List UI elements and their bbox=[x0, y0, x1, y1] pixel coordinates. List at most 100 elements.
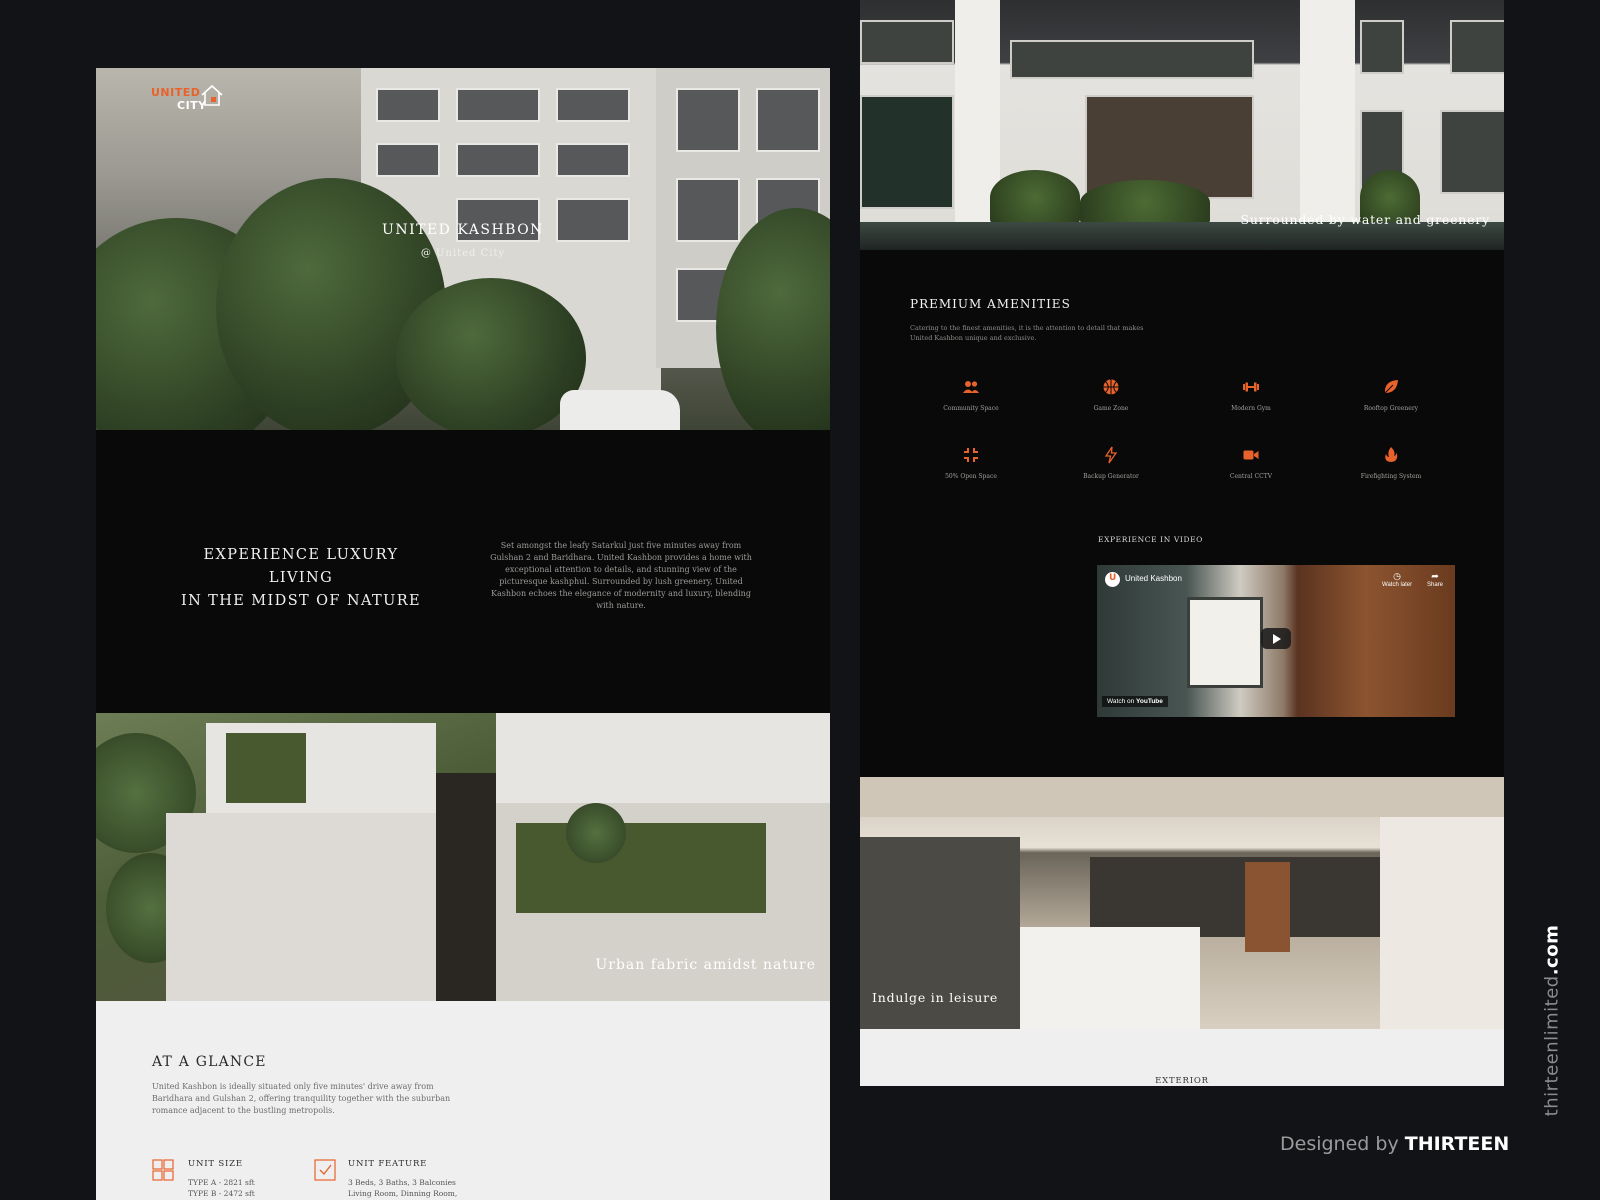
watch-later-button[interactable]: ◷ Watch later bbox=[1382, 571, 1412, 588]
interior-caption: Indulge in leisure bbox=[872, 990, 999, 1005]
planter bbox=[1080, 180, 1210, 225]
back-window bbox=[1090, 857, 1380, 937]
youtube-logo: YouTube bbox=[1136, 698, 1163, 705]
website-url[interactable]: thirteenlimited.com bbox=[1542, 921, 1563, 1121]
intro-heading-line2: IN THE MIDST OF NATURE bbox=[180, 593, 422, 609]
amenity-label: Firefighting System bbox=[1360, 473, 1422, 480]
amenity-label: Community Space bbox=[943, 405, 999, 412]
video-title[interactable]: United Kashbon bbox=[1125, 574, 1182, 583]
amenity-label: Modern Gym bbox=[1231, 405, 1271, 412]
amenities-heading: PREMIUM AMENITIES bbox=[910, 297, 1071, 311]
stairwell bbox=[436, 773, 496, 1001]
window bbox=[456, 88, 540, 122]
play-button[interactable] bbox=[1261, 628, 1291, 649]
bolt-icon bbox=[1104, 446, 1118, 464]
amenity-community-space: Community Space bbox=[916, 378, 1026, 412]
window bbox=[756, 88, 820, 152]
unit-size-type-b: TYPE B - 2472 sft bbox=[188, 1189, 255, 1198]
glass-panel bbox=[1010, 40, 1254, 79]
terrace-tree bbox=[566, 803, 626, 863]
amenity-rooftop-greenery: Rooftop Greenery bbox=[1336, 378, 1446, 412]
aerial-caption: Urban fabric amidst nature bbox=[595, 957, 816, 973]
house-icon bbox=[201, 84, 223, 106]
window bbox=[556, 143, 630, 177]
amenity-label: Rooftop Greenery bbox=[1363, 405, 1419, 412]
glass-panel bbox=[1440, 110, 1504, 194]
window bbox=[676, 88, 740, 152]
entrance-door bbox=[1245, 862, 1290, 952]
glass-panel bbox=[1450, 20, 1504, 74]
hero-section: UNITED CITY UNITED KASHBON @ United City bbox=[96, 68, 830, 430]
glass-panel bbox=[860, 20, 954, 64]
amenity-open-space: 50% Open Space bbox=[916, 446, 1026, 480]
rooftop-garden bbox=[226, 733, 306, 803]
watch-on-label: Watch on bbox=[1107, 698, 1135, 705]
basketball-icon bbox=[1103, 379, 1119, 395]
glass-panel bbox=[1360, 20, 1404, 74]
unit-feature-label: UNIT FEATURE bbox=[348, 1159, 428, 1169]
car bbox=[560, 390, 680, 430]
unit-feature-line1: 3 Beds, 3 Baths, 3 Balconies bbox=[348, 1178, 456, 1187]
video-player[interactable]: U United Kashbon ◷ Watch later ➦ Share W… bbox=[1097, 565, 1455, 717]
video-window-frame bbox=[1187, 597, 1263, 688]
share-button[interactable]: ➦ Share bbox=[1427, 571, 1443, 588]
interior-image-section: Indulge in leisure bbox=[860, 777, 1504, 1029]
terrace-garden bbox=[516, 823, 766, 913]
video-camera-icon bbox=[1243, 450, 1259, 460]
channel-avatar[interactable]: U bbox=[1105, 572, 1120, 587]
window bbox=[376, 88, 440, 122]
unit-size-values: TYPE A - 2821 sft TYPE B - 2472 sft bbox=[188, 1177, 255, 1199]
tree bbox=[396, 278, 586, 430]
marble-wall bbox=[1380, 817, 1504, 1029]
window bbox=[376, 143, 440, 177]
column bbox=[1300, 0, 1355, 230]
unit-feature-values: 3 Beds, 3 Baths, 3 Balconies Living Room… bbox=[348, 1177, 457, 1199]
amenity-firefighting-system: Firefighting System bbox=[1336, 446, 1446, 480]
hero-title: UNITED KASHBON bbox=[382, 222, 544, 238]
tower-left bbox=[166, 813, 436, 1001]
exterior-label[interactable]: EXTERIOR bbox=[860, 1076, 1504, 1086]
clock-icon: ◷ bbox=[1393, 571, 1401, 581]
unit-size-type-a: TYPE A - 2821 sft bbox=[188, 1178, 255, 1187]
roof-slab bbox=[496, 713, 830, 803]
reception-desk bbox=[1020, 927, 1200, 1029]
fire-icon bbox=[1385, 447, 1398, 462]
checkbox-icon bbox=[314, 1159, 336, 1181]
at-a-glance-section: AT A GLANCE United Kashbon is ideally si… bbox=[96, 1001, 830, 1200]
logo-text-top: UNITED bbox=[151, 86, 201, 99]
video-heading: EXPERIENCE IN VIDEO bbox=[1098, 535, 1203, 544]
credit-prefix: Designed by bbox=[1280, 1133, 1399, 1155]
glass-panel bbox=[860, 95, 954, 209]
intro-section: EXPERIENCE LUXURY LIVING IN THE MIDST OF… bbox=[96, 430, 830, 713]
intro-heading-line1: EXPERIENCE LUXURY LIVING bbox=[203, 547, 399, 586]
amenity-backup-generator: Backup Generator bbox=[1056, 446, 1166, 480]
brand-logo[interactable]: UNITED CITY bbox=[151, 82, 231, 116]
ceiling bbox=[860, 777, 1504, 817]
window bbox=[456, 143, 540, 177]
aerial-image-section: Urban fabric amidst nature bbox=[96, 713, 830, 1001]
credit-brand: THIRTEEN bbox=[1404, 1133, 1510, 1155]
watch-later-label: Watch later bbox=[1382, 582, 1413, 588]
amenities-paragraph: Catering to the finest amenities, it is … bbox=[910, 324, 1144, 342]
intro-heading: EXPERIENCE LUXURY LIVING IN THE MIDST OF… bbox=[176, 544, 426, 613]
compress-icon bbox=[964, 448, 978, 462]
glance-heading: AT A GLANCE bbox=[152, 1054, 267, 1070]
channel-avatar-letter: U bbox=[1109, 573, 1117, 583]
planter bbox=[990, 170, 1080, 225]
amenity-label: Game Zone bbox=[1093, 405, 1129, 412]
lobby-caption: Surrounded by water and greenery bbox=[1240, 212, 1490, 227]
amenity-game-zone: Game Zone bbox=[1056, 378, 1166, 412]
glance-paragraph: United Kashbon is ideally situated only … bbox=[152, 1082, 451, 1115]
dumbbell-icon bbox=[1243, 382, 1259, 392]
leaf-icon bbox=[1384, 380, 1398, 394]
share-label: Share bbox=[1427, 582, 1444, 588]
floorplan-icon bbox=[152, 1159, 174, 1181]
amenity-central-cctv: Central CCTV bbox=[1196, 446, 1306, 480]
amenity-label: 50% Open Space bbox=[945, 473, 997, 480]
unit-size-label: UNIT SIZE bbox=[188, 1159, 243, 1169]
hero-subtitle: @ United City bbox=[420, 248, 506, 259]
designer-credit: Designed by THIRTEEN bbox=[1280, 1133, 1509, 1155]
amenity-label: Backup Generator bbox=[1083, 473, 1139, 480]
intro-paragraph: Set amongst the leafy Satarkul just five… bbox=[490, 541, 752, 610]
watch-on-youtube-button[interactable]: Watch on YouTube bbox=[1102, 696, 1168, 707]
